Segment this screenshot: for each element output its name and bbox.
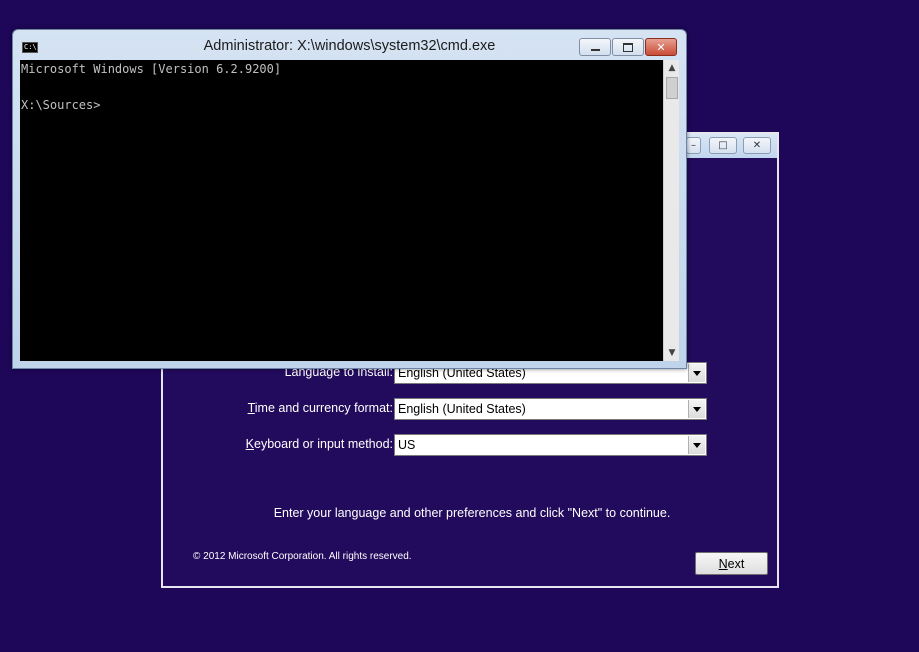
console-line: ​ — [21, 78, 663, 96]
next-button[interactable]: Next — [695, 552, 768, 575]
console-prompt: X:\Sources> — [21, 98, 101, 112]
close-icon: ✕ — [656, 40, 666, 54]
console-scrollbar[interactable]: ▲ ▼ — [663, 60, 679, 361]
keyboard-value: US — [398, 438, 416, 452]
chevron-down-icon[interactable] — [688, 436, 705, 454]
console-line: Microsoft Windows [Version 6.2.9200] — [21, 62, 282, 76]
cmd-maximize-button[interactable] — [612, 38, 644, 56]
scroll-up-arrow-icon[interactable]: ▲ — [664, 60, 680, 76]
chevron-down-icon[interactable] — [688, 364, 705, 382]
setup-minimize-button[interactable]: – — [686, 137, 701, 154]
instruction-text: Enter your language and other preference… — [273, 506, 671, 520]
chevron-down-icon[interactable] — [688, 400, 705, 418]
time-currency-label: Time and currency format: — [247, 401, 393, 415]
minimize-icon — [590, 48, 600, 51]
keyboard-row: Keyboard or input method: US — [163, 434, 781, 456]
cmd-close-button[interactable]: ✕ — [645, 38, 677, 56]
time-currency-row: Time and currency format: English (Unite… — [163, 398, 781, 420]
maximize-icon — [623, 42, 633, 52]
scroll-thumb[interactable] — [666, 77, 678, 99]
keyboard-label: Keyboard or input method: — [245, 437, 393, 451]
setup-maximize-button[interactable]: □ — [709, 137, 737, 154]
setup-close-button[interactable]: ✕ — [743, 137, 771, 154]
time-currency-select[interactable]: English (United States) — [394, 398, 707, 420]
keyboard-select[interactable]: US — [394, 434, 707, 456]
cmd-window: C:\ Administrator: X:\windows\system32\c… — [12, 29, 687, 369]
scroll-down-arrow-icon[interactable]: ▼ — [664, 345, 680, 361]
time-currency-value: English (United States) — [398, 402, 526, 416]
copyright-text: © 2012 Microsoft Corporation. All rights… — [193, 551, 412, 562]
console-output[interactable]: Microsoft Windows [Version 6.2.9200] ​ X:\… — [20, 60, 663, 361]
cmd-minimize-button[interactable] — [579, 38, 611, 56]
